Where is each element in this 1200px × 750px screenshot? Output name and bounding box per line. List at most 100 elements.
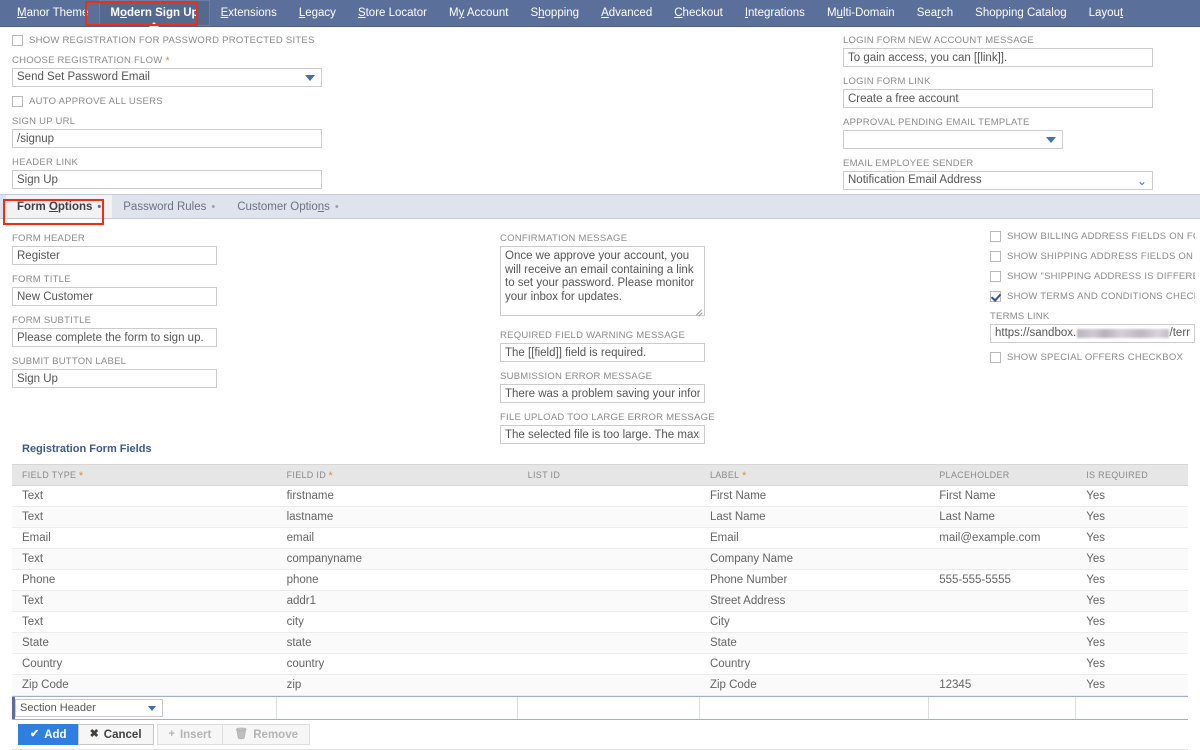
- nav-label: Shopping: [530, 7, 580, 19]
- show-registration-password-protected-row[interactable]: SHOW REGISTRATION FOR PASSWORD PROTECTED…: [12, 35, 322, 46]
- cancel-button[interactable]: ✖ Cancel: [77, 724, 154, 745]
- show-billing-address-checkbox[interactable]: [990, 231, 1001, 242]
- cell-field-type: Text: [12, 548, 277, 570]
- show-terms-label: SHOW TERMS AND CONDITIONS CHECKBOX: [1007, 291, 1195, 302]
- edit-cell-placeholder[interactable]: [929, 697, 1077, 719]
- show-shipping-different-checkbox[interactable]: [990, 271, 1001, 282]
- email-employee-sender-value: Notification Email Address: [848, 174, 982, 186]
- nav-item-search[interactable]: Search: [906, 0, 964, 26]
- cancel-button-label: Cancel: [103, 728, 142, 741]
- edit-cell-list-id[interactable]: [518, 697, 700, 719]
- table-row[interactable]: Text city City Yes: [12, 611, 1188, 633]
- auto-approve-label: AUTO APPROVE ALL USERS: [29, 96, 163, 107]
- cell-field-id: addr1: [276, 590, 518, 612]
- show-registration-password-protected-checkbox[interactable]: [12, 35, 23, 46]
- cell-field-type: Country: [12, 653, 277, 675]
- show-registration-password-protected-label: SHOW REGISTRATION FOR PASSWORD PROTECTED…: [29, 35, 315, 46]
- edit-cell-is-required[interactable]: [1076, 697, 1188, 719]
- approval-pending-email-template-select[interactable]: [843, 130, 1063, 149]
- header-link-label: HEADER LINK: [12, 157, 79, 168]
- submission-error-input[interactable]: [500, 384, 705, 403]
- cell-list-id: [517, 506, 700, 528]
- table-row[interactable]: Zip Code zip Zip Code 12345 Yes: [12, 674, 1188, 696]
- nav-item-integrations[interactable]: Integrations: [734, 0, 816, 26]
- tab-customer-options[interactable]: Customer Options •: [226, 195, 350, 218]
- auto-approve-checkbox[interactable]: [12, 96, 23, 107]
- nav-item-shopping-catalog[interactable]: Shopping Catalog: [964, 0, 1077, 26]
- show-shipping-different-row[interactable]: SHOW "SHIPPING ADDRESS IS DIFFERENT FROM: [990, 271, 1195, 282]
- edit-cell-field-id[interactable]: [277, 697, 518, 719]
- cell-label: First Name: [699, 485, 930, 507]
- cell-is-required: Yes: [1076, 506, 1188, 528]
- show-terms-checkbox-row[interactable]: SHOW TERMS AND CONDITIONS CHECKBOX: [990, 291, 1195, 302]
- cell-is-required: Yes: [1076, 611, 1188, 633]
- table-row[interactable]: Text lastname Last Name Last Name Yes: [12, 506, 1188, 528]
- show-special-offers-row[interactable]: SHOW SPECIAL OFFERS CHECKBOX: [990, 352, 1195, 363]
- cell-label: City: [699, 611, 930, 633]
- form-options-left-column: FORM HEADER FORM TITLE FORM SUBTITLE SUB…: [12, 233, 217, 397]
- show-shipping-address-checkbox[interactable]: [990, 251, 1001, 262]
- column-header-label[interactable]: LABEL *: [699, 464, 930, 486]
- cell-field-id: city: [276, 611, 518, 633]
- file-upload-too-large-input[interactable]: [500, 425, 705, 444]
- nav-item-store-locator[interactable]: Store Locator: [347, 0, 438, 26]
- tab-form-options[interactable]: Form Options •: [6, 195, 113, 218]
- table-row[interactable]: Phone phone Phone Number 555-555-5555 Yes: [12, 569, 1188, 591]
- form-subtitle-input[interactable]: [12, 328, 217, 347]
- nav-item-advanced[interactable]: Advanced: [590, 0, 663, 26]
- table-row[interactable]: Country country Country Yes: [12, 653, 1188, 675]
- show-terms-checkbox[interactable]: [990, 291, 1001, 302]
- cell-field-type: Text: [12, 506, 277, 528]
- column-header-field-id[interactable]: FIELD ID *: [276, 464, 518, 486]
- table-row[interactable]: Text firstname First Name First Name Yes: [12, 485, 1188, 507]
- nav-item-modern-sign-up[interactable]: Modern Sign Up: [99, 0, 210, 27]
- column-header-list-id[interactable]: LIST ID: [517, 464, 700, 486]
- column-header-is-required[interactable]: IS REQUIRED: [1076, 464, 1188, 486]
- form-title-label: FORM TITLE: [12, 274, 71, 285]
- form-title-input[interactable]: [12, 287, 217, 306]
- table-row[interactable]: Text companyname Company Name Yes: [12, 548, 1188, 570]
- show-special-offers-checkbox[interactable]: [990, 352, 1001, 363]
- column-header-placeholder[interactable]: PLACEHOLDER: [929, 464, 1077, 486]
- table-row[interactable]: State state State Yes: [12, 632, 1188, 654]
- submit-button-label-field: SUBMIT BUTTON LABEL: [12, 356, 217, 388]
- login-new-account-message-input[interactable]: [843, 48, 1153, 67]
- header-link-input[interactable]: [12, 170, 322, 189]
- signup-url-input[interactable]: [12, 129, 322, 148]
- auto-approve-row[interactable]: AUTO APPROVE ALL USERS: [12, 96, 322, 107]
- remove-button: 🗑 Remove: [222, 724, 310, 745]
- registration-flow-select[interactable]: Send Set Password Email: [12, 68, 322, 87]
- cell-is-required: Yes: [1076, 527, 1188, 549]
- nav-item-shopping[interactable]: Shopping: [519, 0, 590, 26]
- cell-field-id: state: [276, 632, 518, 654]
- confirmation-message-textarea[interactable]: [500, 246, 705, 316]
- submit-button-label-input[interactable]: [12, 369, 217, 388]
- nav-item-checkout[interactable]: Checkout: [663, 0, 734, 26]
- email-employee-sender-select[interactable]: Notification Email Address ⌄: [843, 171, 1153, 190]
- nav-item-layout[interactable]: Layout: [1078, 0, 1135, 26]
- nav-item-legacy[interactable]: Legacy: [288, 0, 347, 26]
- nav-label: Integrations: [744, 7, 805, 19]
- required-field-warning-input[interactable]: [500, 343, 705, 362]
- nav-item-extensions[interactable]: Extensions: [210, 0, 288, 26]
- nav-label: Checkout: [674, 7, 723, 19]
- edit-cell-label[interactable]: [700, 697, 930, 719]
- confirmation-message-field: CONFIRMATION MESSAGE: [500, 233, 705, 319]
- nav-item-my-account[interactable]: My Account: [438, 0, 519, 26]
- column-header-field-type[interactable]: FIELD TYPE *: [12, 464, 277, 486]
- table-row[interactable]: Text addr1 Street Address Yes: [12, 590, 1188, 612]
- edit-field-type-select[interactable]: Section Header: [15, 699, 163, 717]
- nav-item-manor-theme[interactable]: Manor Theme: [6, 0, 99, 26]
- terms-link-input[interactable]: https://sandbox. /terr: [990, 324, 1195, 343]
- required-field-warning-label: REQUIRED FIELD WARNING MESSAGE: [500, 330, 686, 341]
- form-header-label: FORM HEADER: [12, 233, 85, 244]
- cell-list-id: [517, 632, 700, 654]
- nav-item-multi-domain[interactable]: Multi-Domain: [816, 0, 906, 26]
- tab-password-rules[interactable]: Password Rules •: [112, 195, 226, 218]
- form-header-input[interactable]: [12, 246, 217, 265]
- table-row[interactable]: Email email Email mail@example.com Yes: [12, 527, 1188, 549]
- show-billing-address-row[interactable]: SHOW BILLING ADDRESS FIELDS ON FORM: [990, 231, 1195, 242]
- show-shipping-address-row[interactable]: SHOW SHIPPING ADDRESS FIELDS ON FORM: [990, 251, 1195, 262]
- add-button[interactable]: ✔ Add: [18, 724, 79, 745]
- login-form-link-input[interactable]: [843, 89, 1153, 108]
